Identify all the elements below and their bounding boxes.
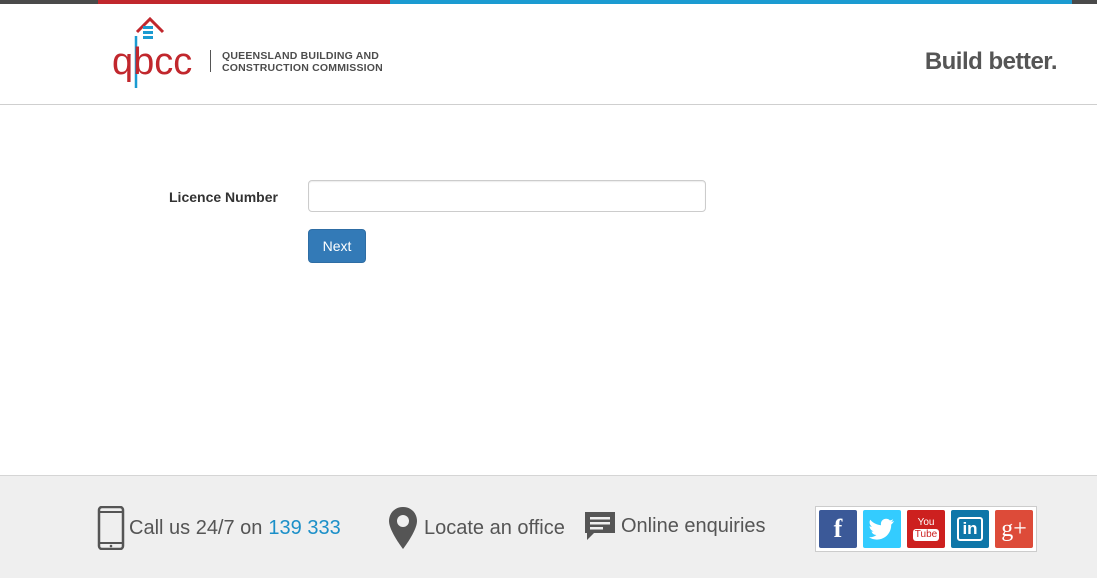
logo-org-line2: CONSTRUCTION COMMISSION — [222, 62, 383, 74]
call-us: Call us 24/7 on 139 333 — [97, 506, 341, 550]
twitter-bird-glyph — [869, 518, 894, 540]
call-us-text: Call us 24/7 on — [129, 516, 263, 539]
logo-letters: qbcc — [112, 41, 192, 83]
licence-form-row: Licence Number — [0, 180, 1097, 214]
qbcc-logo-mark: qbcc — [112, 16, 192, 88]
tagline: Build better. — [924, 48, 1058, 75]
locate-office-link[interactable]: Locate an office — [424, 517, 565, 540]
next-button[interactable]: Next — [308, 229, 366, 263]
google-plus-icon[interactable]: g+ — [995, 510, 1033, 548]
linkedin-glyph: in — [957, 517, 983, 541]
logo-org-name: QUEENSLAND BUILDING AND CONSTRUCTION COM… — [222, 50, 383, 74]
licence-number-label: Licence Number — [169, 189, 278, 205]
facebook-glyph: f — [833, 514, 843, 543]
licence-number-input[interactable] — [308, 180, 706, 212]
google-plus-glyph: g+ — [1001, 515, 1027, 542]
youtube-glyph-you: You — [917, 516, 935, 528]
twitter-icon[interactable] — [863, 510, 901, 548]
chat-bubble-icon — [585, 512, 615, 540]
site-footer: Call us 24/7 on 139 333 Locate an office… — [0, 475, 1097, 578]
online-enquiries[interactable]: Online enquiries — [584, 508, 766, 544]
map-pin-icon — [389, 507, 417, 549]
social-links: f You Tube in g+ — [815, 506, 1037, 552]
logo-org-line1: QUEENSLAND BUILDING AND — [222, 50, 380, 62]
online-enquiries-link[interactable]: Online enquiries — [621, 515, 766, 538]
site-header: qbcc QUEENSLAND BUILDING AND CONSTRUCTIO… — [0, 4, 1097, 105]
locate-office[interactable]: Locate an office — [388, 506, 565, 550]
facebook-icon[interactable]: f — [819, 510, 857, 548]
youtube-icon[interactable]: You Tube — [907, 510, 945, 548]
logo-divider — [210, 50, 211, 72]
linkedin-icon[interactable]: in — [951, 510, 989, 548]
phone-number-link[interactable]: 139 333 — [268, 517, 340, 540]
qbcc-logo[interactable]: qbcc QUEENSLAND BUILDING AND CONSTRUCTIO… — [112, 16, 412, 92]
youtube-glyph-tube: Tube — [912, 528, 940, 541]
mobile-phone-icon — [97, 506, 125, 550]
